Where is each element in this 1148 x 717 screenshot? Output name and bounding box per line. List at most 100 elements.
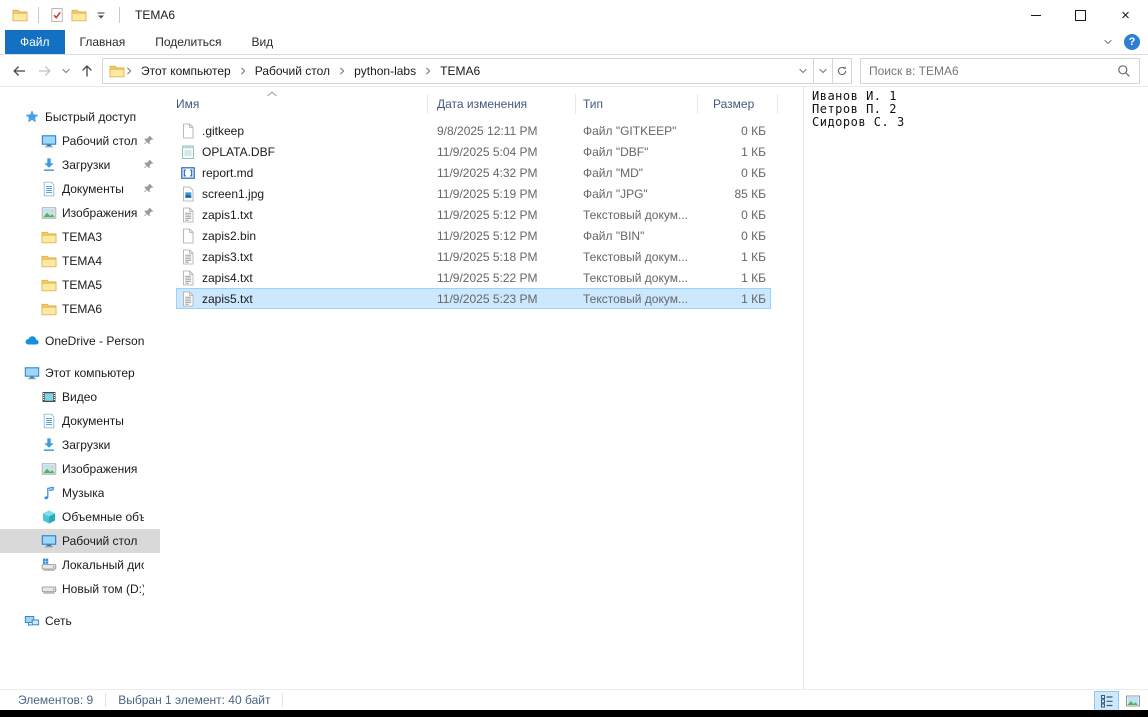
file-name: zapis5.txt — [202, 292, 253, 306]
customize-toolbar-icon[interactable] — [90, 3, 112, 27]
file-row-.gitkeep[interactable]: .gitkeep9/8/2025 12:11 PMФайл "GITKEEP"0… — [176, 120, 771, 141]
sidebar-item-новый-том-d-[interactable]: Новый том (D:) — [0, 577, 160, 601]
window-title: TEMA6 — [135, 8, 175, 22]
minimize-button[interactable] — [1013, 0, 1058, 30]
ribbon-tab-главная[interactable]: Главная — [65, 30, 141, 54]
preview-pane: Иванов И. 1 Петров П. 2 Сидоров С. 3 — [804, 86, 1148, 690]
file-size: 0 КБ — [698, 166, 771, 180]
sidebar-item-tema3[interactable]: TEMA3 — [0, 225, 160, 249]
file-name-cell: zapis2.bin — [176, 228, 428, 244]
recent-locations-chevron-icon[interactable] — [58, 58, 74, 84]
search-input[interactable] — [861, 59, 1139, 83]
music-icon — [41, 485, 57, 501]
back-button[interactable] — [6, 58, 32, 84]
breadcrumb-item[interactable]: Рабочий стол — [249, 64, 336, 78]
file-date: 11/9/2025 5:19 PM — [428, 187, 576, 201]
sidebar-item-загрузки[interactable]: Загрузки — [0, 153, 160, 177]
file-row-OPLATA.DBF[interactable]: OPLATA.DBF11/9/2025 5:04 PMФайл "DBF"1 К… — [176, 141, 771, 162]
ribbon-tab-файл[interactable]: Файл — [5, 30, 65, 54]
breadcrumb-item[interactable]: Этот компьютер — [135, 64, 237, 78]
refresh-button[interactable] — [833, 58, 852, 84]
breadcrumb-item[interactable]: TEMA6 — [434, 64, 486, 78]
selection-summary: Выбран 1 элемент: 40 байт — [106, 693, 283, 707]
sidebar-item-tema6[interactable]: TEMA6 — [0, 297, 160, 321]
file-row-screen1.jpg[interactable]: screen1.jpg11/9/2025 5:19 PMФайл "JPG"85… — [176, 183, 771, 204]
file-text-icon — [180, 249, 196, 265]
maximize-button[interactable] — [1058, 0, 1103, 30]
column-header-name[interactable]: Имя — [160, 94, 428, 114]
chevron-down-icon[interactable] — [1102, 36, 1114, 48]
title-bar: TEMA6 × — [0, 0, 1148, 30]
sidebar-item-изображения[interactable]: Изображения — [0, 201, 160, 225]
ribbon-tab-вид[interactable]: Вид — [236, 30, 288, 54]
sidebar-item-объемные-объекты[interactable]: Объемные объекты — [0, 505, 160, 529]
separator — [38, 7, 39, 23]
new-folder-icon[interactable] — [68, 3, 90, 27]
address-dropdown-button[interactable] — [814, 58, 833, 84]
file-date: 9/8/2025 12:11 PM — [428, 124, 576, 138]
sidebar-item-локальный-диск-c-[interactable]: Локальный диск (C:) — [0, 553, 160, 577]
column-header-date[interactable]: Дата изменения — [428, 94, 576, 114]
breadcrumb-item[interactable]: python-labs — [348, 64, 422, 78]
file-row-zapis5.txt[interactable]: zapis5.txt11/9/2025 5:23 PMТекстовый док… — [176, 288, 771, 309]
properties-check-icon[interactable] — [46, 3, 68, 27]
file-name: zapis2.bin — [202, 229, 256, 243]
main-area: Быстрый доступРабочий столЗагрузкиДокуме… — [0, 86, 1148, 690]
sidebar-item-загрузки[interactable]: Загрузки — [0, 433, 160, 457]
chevron-down-icon[interactable] — [797, 65, 809, 77]
details-view-button[interactable] — [1094, 691, 1119, 711]
close-button[interactable]: × — [1103, 0, 1148, 30]
file-name-cell: .gitkeep — [176, 123, 428, 139]
file-row-zapis2.bin[interactable]: zapis2.bin11/9/2025 5:12 PMФайл "BIN"0 К… — [176, 225, 771, 246]
help-icon[interactable]: ? — [1124, 34, 1140, 50]
sidebar-item-рабочий-стол[interactable]: Рабочий стол — [0, 129, 160, 153]
folder-icon — [41, 253, 57, 269]
explorer-folder-icon — [9, 3, 31, 27]
file-row-zapis4.txt[interactable]: zapis4.txt11/9/2025 5:22 PMТекстовый док… — [176, 267, 771, 288]
close-icon: × — [1121, 8, 1130, 23]
file-row-zapis3.txt[interactable]: zapis3.txt11/9/2025 5:18 PMТекстовый док… — [176, 246, 771, 267]
file-name: zapis1.txt — [202, 208, 253, 222]
sidebar-item-label: Быстрый доступ — [45, 110, 136, 124]
file-text-icon — [180, 291, 196, 307]
sidebar-item-tema4[interactable]: TEMA4 — [0, 249, 160, 273]
file-date: 11/9/2025 5:18 PM — [428, 250, 576, 264]
forward-button[interactable] — [32, 58, 58, 84]
search-box[interactable] — [860, 58, 1140, 84]
sidebar-item-label: Новый том (D:) — [62, 582, 144, 596]
folder-icon — [109, 63, 125, 79]
column-header-type[interactable]: Тип — [576, 94, 698, 114]
sidebar-item-tema5[interactable]: TEMA5 — [0, 273, 160, 297]
sidebar-item-документы[interactable]: Документы — [0, 177, 160, 201]
file-size: 0 КБ — [698, 208, 771, 222]
file-size: 0 КБ — [698, 229, 771, 243]
sidebar-item-этот-компьютер[interactable]: Этот компьютер — [0, 361, 160, 385]
sidebar-item-музыка[interactable]: Музыка — [0, 481, 160, 505]
video-icon — [41, 389, 57, 405]
sidebar-item-label: Этот компьютер — [45, 366, 135, 380]
breadcrumb-chevron-icon[interactable] — [424, 66, 432, 76]
sidebar-item-документы[interactable]: Документы — [0, 409, 160, 433]
sidebar-item-onedrive-personal[interactable]: OneDrive - Personal — [0, 329, 160, 353]
breadcrumb-chevron-icon[interactable] — [125, 66, 133, 76]
sidebar-item-label: OneDrive - Personal — [45, 334, 144, 348]
items-count: Элементов: 9 — [6, 693, 106, 707]
file-row-zapis1.txt[interactable]: zapis1.txt11/9/2025 5:12 PMТекстовый док… — [176, 204, 771, 225]
thumbnail-view-button[interactable] — [1120, 691, 1145, 711]
preview-text: Иванов И. 1 Петров П. 2 Сидоров С. 3 — [812, 90, 1148, 129]
sidebar-item-видео[interactable]: Видео — [0, 385, 160, 409]
breadcrumb: Этот компьютер Рабочий стол python-labs TEM… — [125, 64, 797, 78]
sidebar-item-рабочий-стол[interactable]: Рабочий стол — [0, 529, 160, 553]
sidebar-item-сеть[interactable]: Сеть — [0, 609, 160, 633]
up-button[interactable] — [74, 58, 100, 84]
breadcrumb-chevron-icon[interactable] — [338, 66, 346, 76]
file-date: 11/9/2025 5:23 PM — [428, 292, 576, 306]
separator — [119, 7, 120, 23]
file-row-report.md[interactable]: report.md11/9/2025 4:32 PMФайл "MD"0 КБ — [176, 162, 771, 183]
sidebar-item-изображения[interactable]: Изображения — [0, 457, 160, 481]
sidebar-item-быстрый-доступ[interactable]: Быстрый доступ — [0, 105, 160, 129]
breadcrumb-chevron-icon[interactable] — [239, 66, 247, 76]
column-header-size[interactable]: Размер — [698, 94, 778, 114]
address-bar[interactable]: Этот компьютер Рабочий стол python-labs TEM… — [102, 58, 814, 84]
ribbon-tab-поделиться[interactable]: Поделиться — [140, 30, 236, 54]
